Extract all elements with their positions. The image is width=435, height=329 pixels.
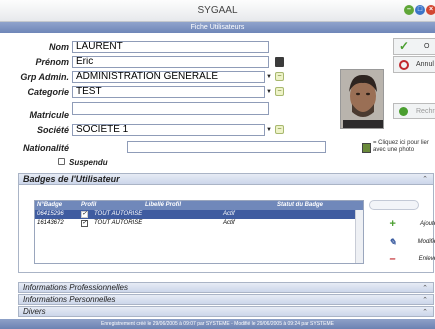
table-header: N°Badge Profil Libellé Profil Statut du …: [35, 201, 363, 210]
status-text: Enregistrement créé le 29/06/2005 à 09:0…: [101, 321, 334, 327]
badges-title: Badges de l'Utilisateur: [23, 174, 120, 184]
keypad-icon[interactable]: [275, 57, 284, 67]
expand-icon[interactable]: ⌃: [422, 308, 428, 316]
status-bar: Enregistrement créé le 29/06/2005 à 09:0…: [0, 319, 435, 329]
profil-checkbox[interactable]: ✓: [81, 220, 88, 227]
chevron-down-icon[interactable]: ▼: [266, 127, 272, 133]
checkmark-icon: ✓: [399, 39, 410, 53]
minus-icon: –: [389, 253, 396, 265]
matricule-label: Matricule: [29, 110, 69, 120]
badges-panel: Badges de l'Utilisateur ⌃ N°Badge Profil…: [18, 173, 435, 273]
prenom-field[interactable]: Eric: [72, 56, 269, 68]
edit-grp-admin-icon[interactable]: ~: [275, 72, 284, 81]
categorie-select[interactable]: TEST: [72, 86, 265, 98]
cell-statut: Actif: [223, 220, 235, 226]
form-subtitle: Fiche Utilisateurs: [0, 22, 435, 33]
table-scrollbar[interactable]: [355, 210, 363, 263]
section-title: Divers: [23, 307, 46, 316]
grp-admin-select[interactable]: ADMINISTRATION GENERALE: [72, 71, 265, 83]
col-statut: Statut du Badge: [277, 202, 323, 208]
profil-checkbox[interactable]: ✓: [81, 211, 88, 218]
grp-admin-label: Grp Admin.: [20, 72, 69, 82]
window-title: SYGAAL: [197, 5, 238, 16]
search-label: Rechre: [416, 108, 435, 115]
section-title: Informations Personnelles: [23, 295, 116, 304]
portrait-image: [341, 70, 383, 128]
matricule-field[interactable]: [72, 102, 269, 115]
edit-societe-icon[interactable]: ~: [275, 125, 284, 134]
chevron-down-icon[interactable]: ▼: [266, 89, 272, 95]
edit-categorie-icon[interactable]: ~: [275, 87, 284, 96]
collapse-icon[interactable]: ⌃: [422, 175, 428, 183]
title-bar: SYGAAL – □ ×: [0, 0, 435, 22]
col-profil: Profil: [81, 202, 97, 208]
search-button[interactable]: Rechre: [393, 103, 435, 119]
link-photo-icon[interactable]: [362, 143, 371, 153]
table-row[interactable]: 16143672 ✓ TOUT AUTORISE Actif: [35, 219, 363, 228]
prenom-label: Prénom: [35, 57, 69, 67]
cell-libelle: TOUT AUTORISE: [94, 220, 143, 226]
cell-badge: 06415296: [37, 211, 64, 217]
plus-icon: +: [389, 218, 396, 230]
badges-table: N°Badge Profil Libellé Profil Statut du …: [34, 200, 364, 264]
photo-hint: = Cliquez ici pour lier avec une photo: [373, 140, 429, 153]
suspendu-checkbox[interactable]: [58, 158, 65, 165]
remove-label: Enlever: [418, 256, 435, 262]
societe-select[interactable]: SOCIETE 1: [72, 124, 265, 136]
cell-statut: Actif: [223, 211, 235, 217]
cancel-button[interactable]: Annul: [393, 56, 435, 73]
add-label: Ajouter: [419, 221, 435, 227]
cell-libelle: TOUT AUTORISE: [94, 211, 143, 217]
badges-header[interactable]: Badges de l'Utilisateur ⌃: [19, 174, 433, 185]
modify-badge-button[interactable]: ✎ Modifier: [383, 235, 435, 250]
pager[interactable]: [369, 200, 419, 210]
minimize-icon[interactable]: –: [404, 5, 414, 15]
table-row[interactable]: 06415296 ✓ TOUT AUTORISE Actif: [35, 210, 363, 219]
suspendu-label: Suspendu: [69, 158, 108, 167]
expand-icon[interactable]: ⌃: [422, 284, 428, 292]
close-icon[interactable]: ×: [426, 5, 435, 15]
categorie-label: Categorie: [27, 87, 69, 97]
nom-label: Nom: [49, 42, 69, 52]
user-photo[interactable]: [340, 69, 384, 129]
section-divers[interactable]: Divers ⌃: [18, 306, 434, 317]
societe-label: Société: [36, 125, 69, 135]
section-title: Informations Professionnelles: [23, 283, 128, 292]
nationalite-label: Nationalité: [22, 143, 69, 153]
section-informations-personnelles[interactable]: Informations Personnelles ⌃: [18, 294, 434, 305]
col-badge: N°Badge: [37, 202, 63, 208]
search-icon: [399, 107, 408, 116]
cancel-label: Annul: [416, 61, 434, 68]
nom-field[interactable]: LAURENT: [72, 41, 269, 53]
col-libelle: Libellé Profil: [145, 202, 182, 208]
maximize-icon[interactable]: □: [415, 5, 425, 15]
remove-badge-button[interactable]: – Enlever: [383, 252, 435, 267]
section-informations-professionnelles[interactable]: Informations Professionnelles ⌃: [18, 282, 434, 293]
modify-label: Modifier: [417, 239, 435, 245]
nationalite-field[interactable]: [127, 141, 326, 153]
expand-icon[interactable]: ⌃: [422, 296, 428, 304]
chevron-down-icon[interactable]: ▼: [266, 74, 272, 80]
add-badge-button[interactable]: + Ajouter: [383, 217, 435, 232]
ok-button[interactable]: ✓ O: [393, 38, 435, 55]
cancel-icon: [399, 60, 409, 70]
cell-badge: 16143672: [37, 220, 64, 226]
edit-icon: ✎: [388, 237, 397, 247]
main-window: SYGAAL – □ × Fiche Utilisateurs Nom LAUR…: [0, 0, 435, 329]
ok-label: O: [424, 43, 430, 50]
